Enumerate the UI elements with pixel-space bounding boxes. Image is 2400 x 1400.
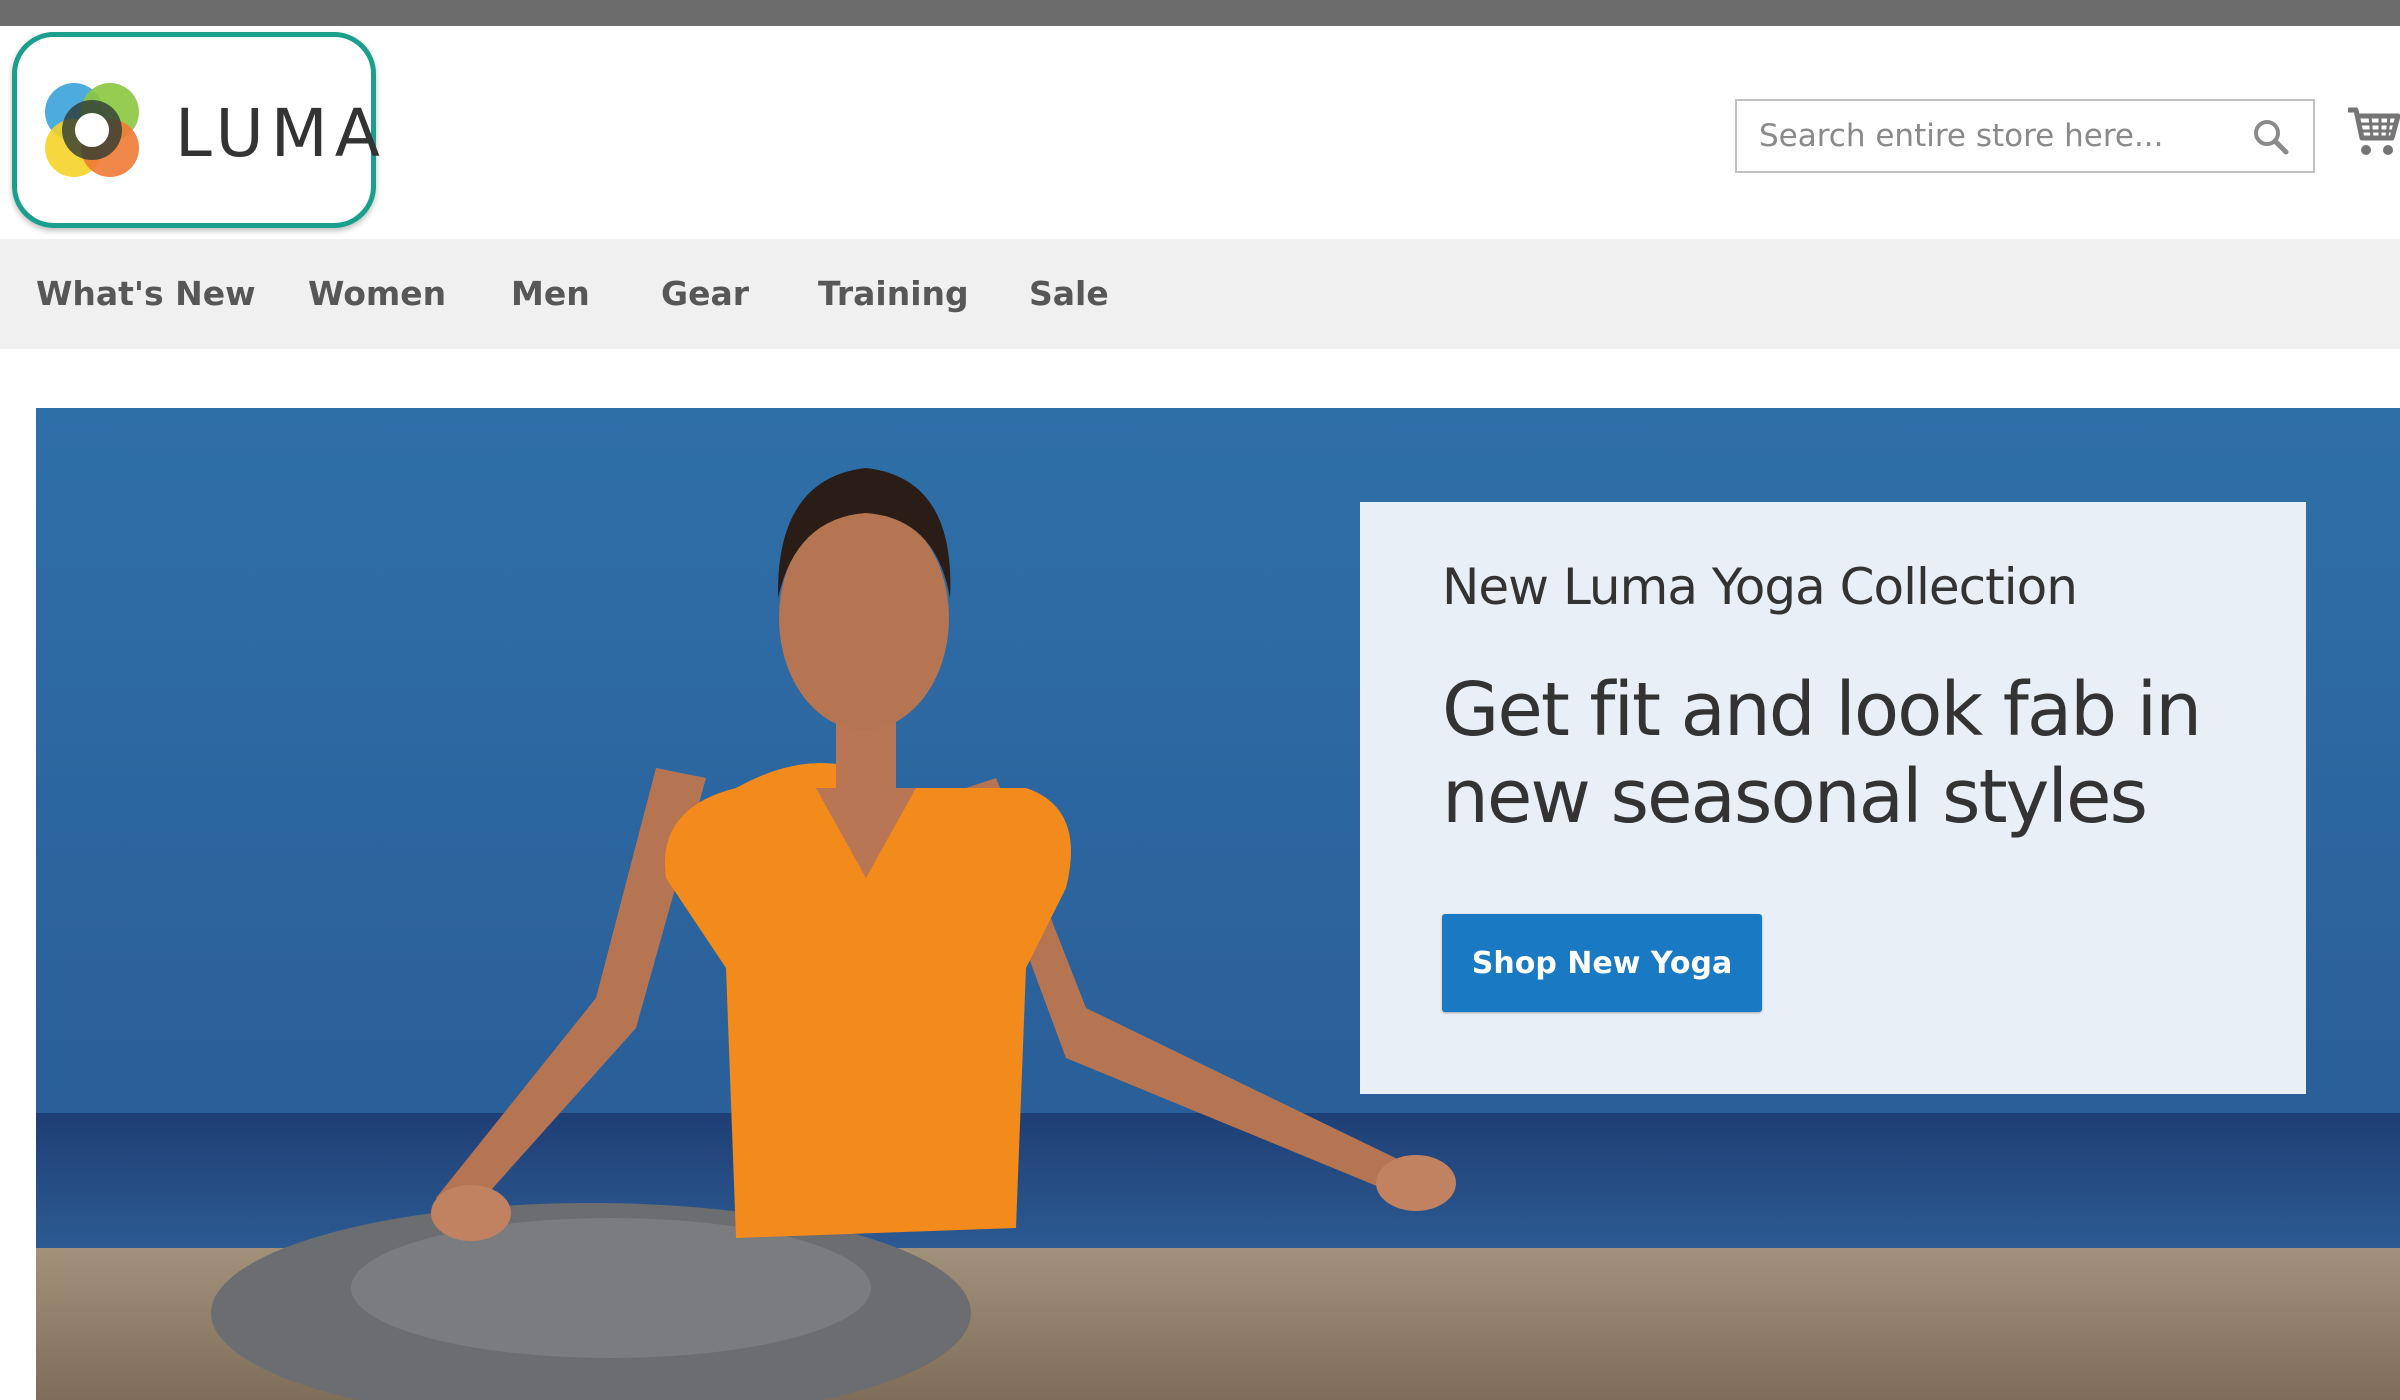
nav-item-women[interactable]: Women <box>308 239 446 349</box>
nav-item-gear[interactable]: Gear <box>661 239 749 349</box>
shop-new-yoga-button[interactable]: Shop New Yoga <box>1442 914 1762 1012</box>
search-input[interactable] <box>1737 101 2249 171</box>
store-logo[interactable]: LUMA <box>12 32 380 228</box>
search-box[interactable] <box>1735 99 2315 173</box>
nav-item-sale[interactable]: Sale <box>1029 239 1109 349</box>
promo-title-line-1: Get fit and look fab in <box>1442 667 2202 753</box>
promo-panel: New Luma Yoga Collection Get fit and loo… <box>1360 502 2306 1094</box>
promo-title-line-2: new seasonal styles <box>1442 754 2148 840</box>
search-icon[interactable] <box>2251 117 2291 157</box>
nav-item-men[interactable]: Men <box>511 239 590 349</box>
logo-text: LUMA <box>175 95 387 172</box>
luma-logo-icon <box>45 83 139 177</box>
nav-item-training[interactable]: Training <box>818 239 969 349</box>
cart-icon[interactable] <box>2346 102 2400 158</box>
top-panel <box>0 0 2400 26</box>
promo-subtitle: New Luma Yoga Collection <box>1442 558 2078 616</box>
main-navigation: What's New Women Men Gear Training Sale <box>0 239 2400 349</box>
hero-banner[interactable]: New Luma Yoga Collection Get fit and loo… <box>36 408 2400 1400</box>
promo-title: Get fit and look fab in new seasonal sty… <box>1442 667 2306 841</box>
nav-item-whats-new[interactable]: What's New <box>36 239 256 349</box>
